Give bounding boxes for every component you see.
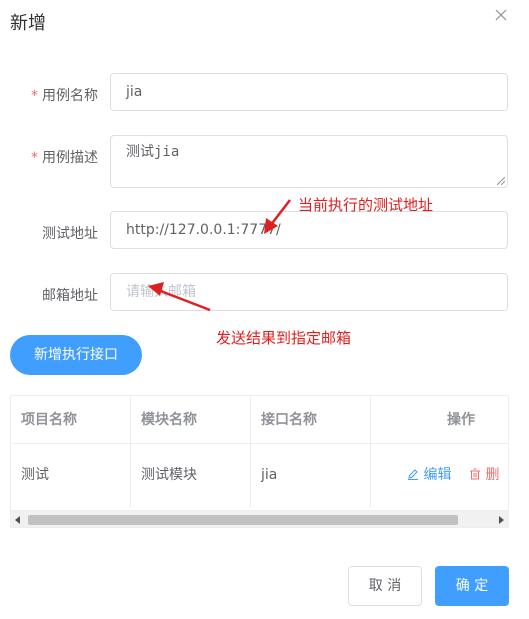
edit-icon [408, 469, 418, 480]
edit-button[interactable]: 编辑 [407, 444, 451, 507]
add-dialog: 新增 * 用例名称 jia * 用例描述 测试jia 测试地址 http://127… [0, 0, 529, 619]
cell-api: jia [251, 444, 371, 507]
cell-module: 测试模块 [131, 444, 251, 507]
delete-icon [470, 468, 480, 480]
api-table: 项目名称 模块名称 接口名称 操作 测试 测试模块 jia 编辑 删除 [10, 395, 509, 528]
header-module: 模块名称 [131, 396, 251, 444]
header-project: 项目名称 [11, 396, 131, 444]
delete-button[interactable]: 删除 [469, 444, 508, 507]
horizontal-scrollbar[interactable] [11, 510, 508, 527]
arrow-to-test-url [264, 199, 291, 234]
edit-label: 编辑 [423, 467, 452, 483]
scroll-left-icon[interactable] [15, 516, 20, 524]
cancel-button[interactable]: 取 消 [348, 566, 422, 606]
header-actions: 操作 [371, 396, 508, 444]
cell-project: 测试 [11, 444, 131, 507]
arrow-to-email [148, 282, 211, 312]
header-api: 接口名称 [251, 396, 371, 444]
confirm-button[interactable]: 确 定 [435, 566, 509, 606]
scrollbar-thumb[interactable] [28, 515, 458, 525]
scroll-right-icon[interactable] [499, 516, 504, 524]
